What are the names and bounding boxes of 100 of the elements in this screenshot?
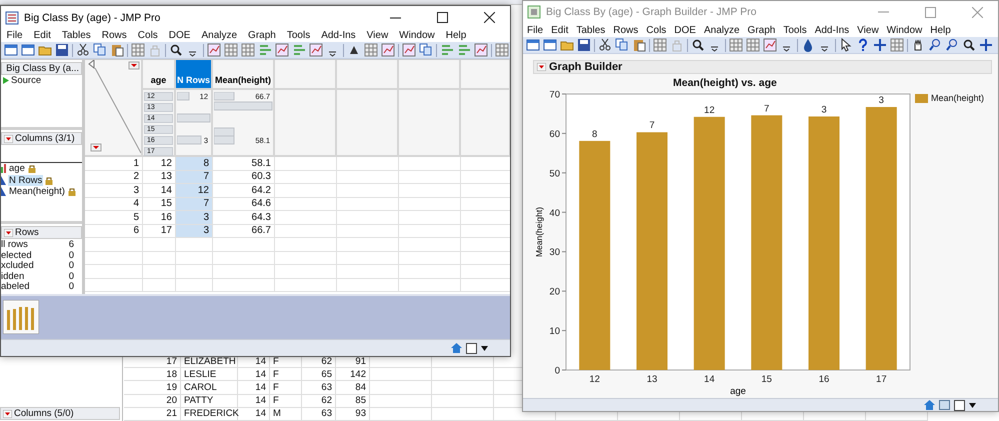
- table-icon[interactable]: [543, 38, 557, 52]
- script-item[interactable]: Source: [11, 75, 42, 86]
- dropdown-icon[interactable]: [4, 134, 13, 142]
- row-number[interactable]: 2: [85, 170, 143, 184]
- panel-header[interactable]: Big Class By (a...: [1, 62, 82, 75]
- copy-icon[interactable]: [615, 38, 629, 52]
- caret-icon[interactable]: [481, 346, 488, 350]
- menu-item[interactable]: Edit: [547, 24, 572, 36]
- chart-icon[interactable]: [309, 43, 323, 57]
- menu-item[interactable]: Help: [926, 24, 955, 36]
- chart-icon[interactable]: [207, 43, 221, 57]
- save-icon[interactable]: [577, 38, 591, 52]
- menu-item[interactable]: Tables: [572, 24, 610, 36]
- menu-item[interactable]: Tables: [56, 30, 96, 41]
- dropdown-icon[interactable]: [4, 228, 13, 236]
- menu-item[interactable]: Graph: [242, 30, 282, 41]
- menu-item[interactable]: Rows: [609, 24, 642, 36]
- checkbox-icon[interactable]: [466, 342, 477, 354]
- menu-item[interactable]: Rows: [96, 30, 132, 41]
- grid-icon[interactable]: [746, 38, 760, 52]
- zoom-icon[interactable]: [928, 38, 942, 52]
- close-icon[interactable]: [484, 12, 494, 23]
- menu-item[interactable]: Analyze: [196, 30, 243, 41]
- checkbox-icon[interactable]: [954, 400, 965, 410]
- chart-icon[interactable]: [275, 43, 289, 57]
- copy-icon[interactable]: [419, 43, 433, 57]
- menu-item[interactable]: Cols: [132, 30, 164, 41]
- row-number[interactable]: 4: [85, 198, 143, 211]
- drop-icon[interactable]: [801, 38, 815, 52]
- chart-icon[interactable]: [474, 43, 488, 57]
- menu-item[interactable]: View: [361, 30, 394, 41]
- grid-icon[interactable]: [224, 43, 238, 57]
- copy-icon[interactable]: [93, 43, 107, 57]
- chart-icon[interactable]: [763, 38, 777, 52]
- menu-item[interactable]: Tools: [281, 30, 316, 41]
- scissors-icon[interactable]: [76, 43, 90, 57]
- chart-icon[interactable]: [402, 43, 416, 57]
- home-icon[interactable]: [451, 343, 462, 353]
- row-number[interactable]: 5: [85, 211, 143, 224]
- column-item[interactable]: Mean(height): [8, 186, 66, 198]
- menu-item[interactable]: Window: [394, 30, 440, 41]
- column-header[interactable]: Mean(height): [213, 60, 275, 90]
- pointer-icon[interactable]: [839, 38, 853, 52]
- column-header[interactable]: N Rows: [176, 60, 213, 90]
- column-item[interactable]: age: [8, 163, 26, 174]
- chart-icon[interactable]: [381, 43, 395, 57]
- menu-item[interactable]: Window: [882, 24, 926, 36]
- row-number[interactable]: 3: [85, 184, 143, 198]
- scissors-icon[interactable]: [598, 38, 612, 52]
- row-number[interactable]: 6: [85, 224, 143, 238]
- thumbnail-drawing[interactable]: [3, 300, 39, 334]
- panel-header[interactable]: Columns (5/0): [0, 407, 120, 420]
- dropdown-icon[interactable]: [537, 63, 546, 71]
- grid-icon[interactable]: [131, 43, 145, 57]
- histogram-drawing: [177, 92, 211, 145]
- help-icon[interactable]: [856, 38, 870, 52]
- menu-item[interactable]: File: [523, 24, 548, 36]
- clipboard-icon[interactable]: [632, 38, 646, 52]
- menu-item[interactable]: Analyze: [700, 24, 744, 36]
- menu-item[interactable]: Graph: [744, 24, 780, 36]
- save-icon[interactable]: [55, 43, 69, 57]
- table-icon[interactable]: [526, 38, 540, 52]
- menu-item[interactable]: Edit: [28, 30, 56, 41]
- crosshair-icon[interactable]: [979, 38, 993, 52]
- menu-item[interactable]: Tools: [779, 24, 811, 36]
- search-icon[interactable]: [169, 43, 183, 57]
- menu-item[interactable]: DOE: [163, 30, 196, 41]
- table-icon[interactable]: [4, 43, 18, 57]
- grid-icon[interactable]: [890, 38, 904, 52]
- zoom-icon[interactable]: [945, 38, 959, 52]
- grid-icon[interactable]: [241, 43, 255, 57]
- panel-header[interactable]: Rows: [1, 226, 82, 239]
- home-icon[interactable]: [924, 400, 935, 410]
- x-axis-title: age: [730, 386, 746, 396]
- x-tick-label: 14: [704, 374, 715, 385]
- minimize-icon[interactable]: [390, 16, 400, 18]
- menu-item[interactable]: File: [1, 30, 28, 41]
- clipboard-icon[interactable]: [110, 43, 124, 57]
- menu-item[interactable]: Add-Ins: [316, 30, 362, 41]
- menu-item[interactable]: DOE: [670, 24, 700, 36]
- menu-item[interactable]: Add-Ins: [810, 24, 854, 36]
- menu-item[interactable]: Cols: [642, 24, 670, 36]
- outline-header[interactable]: Graph Builder: [533, 60, 992, 74]
- column-header[interactable]: age: [143, 60, 176, 90]
- grid-icon[interactable]: [729, 38, 743, 52]
- maximize-icon[interactable]: [436, 12, 448, 23]
- search-icon[interactable]: [691, 38, 705, 52]
- caret-icon[interactable]: [969, 402, 976, 408]
- column-item[interactable]: N Rows: [8, 174, 44, 186]
- row-number[interactable]: 1: [85, 157, 143, 170]
- table-icon[interactable]: [21, 43, 35, 57]
- search-icon[interactable]: [962, 38, 976, 52]
- menu-item[interactable]: Help: [440, 30, 472, 41]
- window-icon[interactable]: [939, 400, 950, 410]
- grid-icon[interactable]: [653, 38, 667, 52]
- grid-icon[interactable]: [495, 43, 509, 57]
- menu-item[interactable]: View: [853, 24, 883, 36]
- dropdown-icon[interactable]: [3, 410, 12, 418]
- panel-header[interactable]: Columns (3/1): [1, 132, 82, 145]
- crosshair-icon[interactable]: [873, 38, 887, 52]
